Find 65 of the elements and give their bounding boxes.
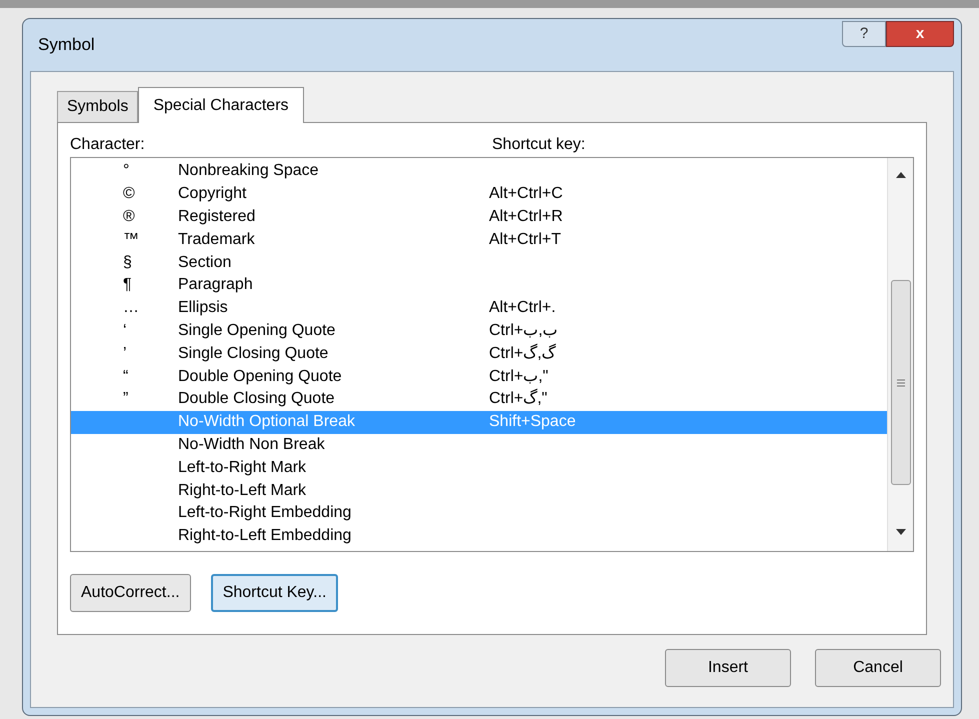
shortcut-text: Ctrl+گ,گ (489, 346, 556, 362)
scroll-up-icon[interactable] (896, 172, 906, 178)
symbol-char: ’ (123, 346, 127, 362)
shortcut-text: Ctrl+ب,ب (489, 322, 558, 339)
list-row[interactable]: § Section (71, 251, 887, 274)
character-name: Double Opening Quote (178, 368, 342, 385)
symbol-char: ® (123, 208, 135, 225)
grip-icon (896, 378, 904, 386)
character-name: Right-to-Left Embedding (178, 527, 352, 544)
character-name: No-Width Optional Break (178, 413, 355, 430)
close-button[interactable]: x (886, 21, 954, 47)
character-name: Nonbreaking Space (178, 162, 319, 180)
list-row[interactable]: ¶ Paragraph (71, 274, 887, 297)
dialog-button[interactable]: Shortcut Key... (210, 574, 338, 612)
window-title: Symbol (38, 34, 96, 56)
column-header: Character: (70, 135, 146, 155)
character-name: Copyright (178, 185, 246, 202)
list-row[interactable]: ° Nonbreaking Space (71, 160, 887, 183)
scroll-down-icon[interactable] (896, 529, 906, 535)
symbol-char: ¶ (123, 277, 132, 294)
character-name: Section (178, 254, 232, 271)
shortcut-text: Alt+Ctrl+R (489, 208, 563, 225)
character-name: Trademark (178, 230, 255, 248)
symbol-char: … (123, 300, 139, 316)
list-row[interactable]: © Copyright Alt+Ctrl+C (71, 182, 887, 206)
list-row[interactable]: No-Width Non Break (71, 434, 887, 456)
list-row[interactable]: ™ Trademark Alt+Ctrl+T (71, 228, 887, 252)
character-name: No-Width Non Break (178, 436, 325, 453)
help-button[interactable]: ? (842, 21, 886, 47)
shortcut-text: Alt+Ctrl+T (489, 232, 562, 248)
shortcut-text: Ctrl+گ," (489, 391, 548, 408)
scroll-thumb[interactable] (890, 280, 910, 485)
character-name: Single Opening Quote (178, 322, 336, 339)
list-row[interactable]: ® Registered Alt+Ctrl+R (71, 206, 887, 228)
scrollbar[interactable] (887, 158, 913, 551)
dialog-button[interactable]: Insert (665, 649, 791, 687)
list-row[interactable]: … Ellipsis Alt+Ctrl+. (71, 296, 887, 320)
symbol-char: ° (123, 163, 130, 180)
shortcut-text: Shift+Space (489, 414, 576, 430)
character-name: Single Closing Quote (178, 344, 328, 362)
list-row[interactable]: Left-to-Right Mark (71, 456, 887, 480)
symbol-char: “ (123, 368, 128, 385)
character-name: Left-to-Right Embedding (178, 504, 352, 522)
character-name: Ellipsis (178, 299, 228, 316)
symbol-char: § (123, 254, 132, 271)
tab[interactable]: Special Characters (138, 87, 304, 123)
shortcut-text: Alt+Ctrl+. (489, 300, 556, 316)
column-header: Shortcut key: (492, 135, 586, 155)
symbol-char: ™ (123, 232, 139, 248)
symbol-char: © (123, 186, 135, 202)
character-name: Double Closing Quote (178, 390, 335, 408)
symbol-char: ‘ (123, 322, 127, 339)
dialog-button[interactable]: Cancel (815, 649, 941, 687)
list-row[interactable]: Right-to-Left Embedding (71, 524, 887, 548)
symbol-char: ” (123, 391, 128, 408)
list-row[interactable]: Right-to-Left Mark (71, 479, 887, 502)
dialog-button[interactable]: AutoCorrect... (70, 574, 191, 612)
character-name: Paragraph (178, 276, 253, 294)
shortcut-text: Alt+Ctrl+C (489, 186, 563, 202)
tab[interactable]: Symbols (57, 91, 138, 122)
list-row[interactable]: Left-to-Right Embedding (71, 502, 887, 525)
character-name: Registered (178, 208, 256, 225)
character-name: Right-to-Left Mark (178, 482, 306, 499)
character-name: Left-to-Right Mark (178, 458, 306, 476)
shortcut-text: Ctrl+ب," (489, 368, 548, 385)
